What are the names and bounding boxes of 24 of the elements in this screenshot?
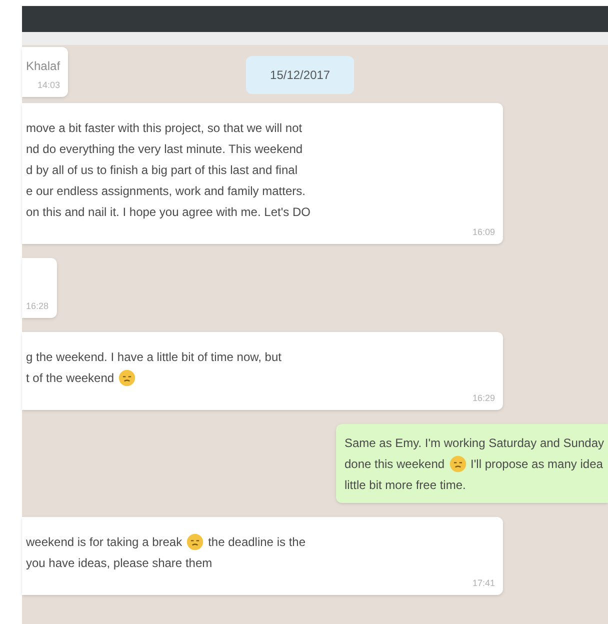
message-text: move a bit faster with this project, so that we will not (26, 120, 302, 136)
message-text: g the weekend. I have a little bit of time now, but (26, 348, 282, 366)
message-text: Same as Emy. I'm working Saturday and Sunday (344, 434, 604, 452)
message-text: little bit more free time. (344, 476, 466, 494)
date-chip: 15/12/2017 (246, 56, 354, 94)
message-time: 16:29 (472, 392, 495, 404)
message-time: 14:03 (38, 79, 60, 91)
message-time: 17:41 (472, 577, 495, 589)
message-time: 16:09 (472, 226, 495, 238)
message-time: 16:28 (26, 300, 49, 312)
message-text: I'll propose as many idea (470, 456, 603, 472)
smiley-face-icon (186, 532, 204, 550)
sender-name: Khalaf (26, 58, 60, 75)
message-text: t of the weekend (26, 370, 114, 386)
message-text: weekend is for taking a break (26, 534, 182, 550)
smiley-face-icon (118, 368, 136, 386)
smiley-face-icon (448, 454, 467, 472)
message-text: d by all of us to finish a big part of this last and final (26, 162, 298, 178)
message-text: you have ideas, please share them (26, 554, 212, 572)
message-text: nd do everything the very last minute. This weekend (26, 140, 303, 158)
message-text: e our endless assignments, work and family matters. (26, 182, 306, 200)
message-text: done this weekend (344, 456, 445, 472)
message-text: on this and nail it. I hope you agree with me. Let's DO (26, 204, 310, 220)
message-text: the deadline is the (208, 534, 306, 550)
